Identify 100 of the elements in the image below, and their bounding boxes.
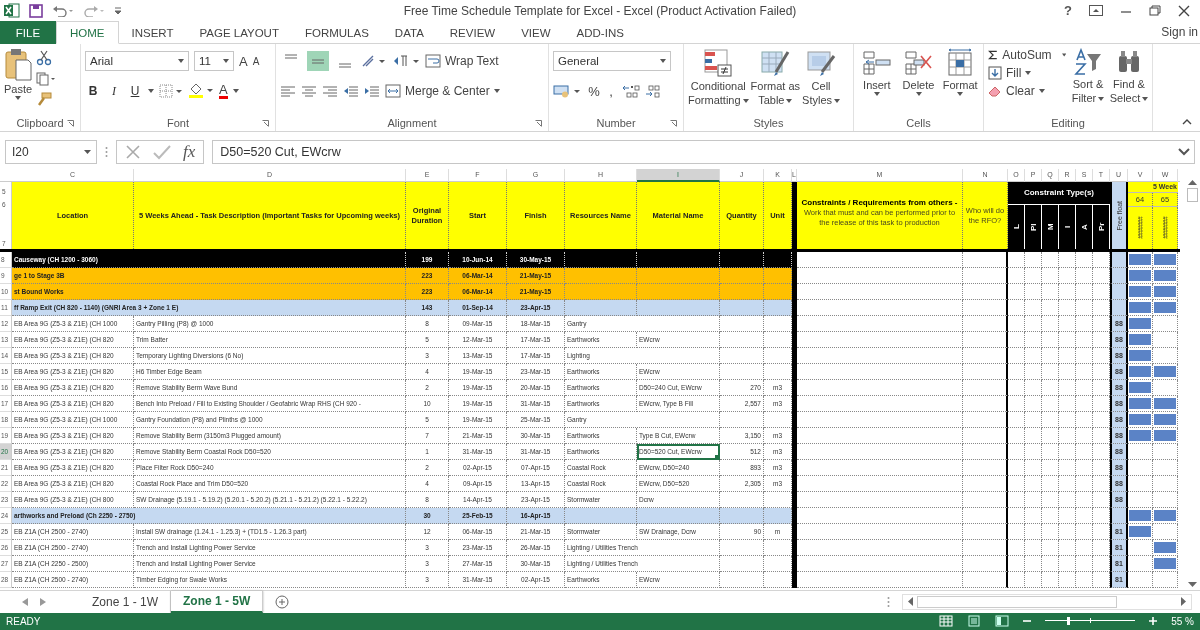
fill-color-icon[interactable] — [188, 83, 214, 100]
fill-button[interactable]: Fill — [988, 66, 1066, 81]
page-layout-view-icon[interactable] — [967, 615, 982, 628]
italic-button[interactable]: I — [106, 83, 122, 99]
add-sheet-icon[interactable] — [275, 595, 290, 609]
ribbon-tab[interactable]: ADD-INS — [563, 21, 637, 45]
scroll-down-icon[interactable] — [1187, 582, 1197, 589]
formula-input[interactable]: D50=520 Cut, EWcrw — [212, 139, 1195, 164]
copy-icon[interactable] — [36, 72, 57, 87]
style-button[interactable]: Cell Styles — [802, 48, 841, 116]
orientation-icon[interactable] — [361, 54, 387, 69]
ribbon-display-icon[interactable] — [1089, 5, 1103, 17]
grow-font-button[interactable]: A — [239, 53, 248, 69]
restore-icon[interactable] — [1149, 5, 1161, 17]
ribbon-tab[interactable]: FORMULAS — [291, 21, 382, 45]
ribbon-tab[interactable]: INSERT — [118, 21, 187, 45]
cells-button[interactable]: Insert — [858, 48, 896, 116]
cancel-icon[interactable] — [125, 143, 141, 160]
comma-button[interactable]: , — [605, 83, 617, 99]
more-icon[interactable] — [887, 596, 890, 608]
borders-icon[interactable] — [159, 84, 183, 99]
collapse-ribbon-icon[interactable] — [1182, 119, 1192, 126]
expand-formula-bar-icon[interactable] — [1178, 147, 1190, 156]
ribbon-tab[interactable]: HOME — [56, 21, 119, 45]
zoom-level[interactable]: 55 % — [1171, 615, 1194, 627]
empty-cell — [720, 412, 764, 429]
percent-button[interactable]: % — [588, 83, 600, 99]
zoom-slider-thumb[interactable] — [1066, 617, 1070, 626]
scroll-up-icon[interactable] — [1187, 179, 1197, 186]
merge-center-button[interactable]: Merge & Center — [385, 84, 500, 99]
increase-indent-icon[interactable] — [364, 85, 380, 98]
ribbon-tab[interactable]: FILE — [0, 21, 56, 45]
caret-icon — [786, 99, 793, 104]
sheet-tab[interactable]: Zone 1 - 5W — [171, 591, 264, 613]
name-box[interactable]: I20 — [5, 139, 97, 164]
empty-cell — [720, 556, 764, 573]
close-icon[interactable] — [1178, 4, 1190, 17]
dialog-launcher-icon[interactable] — [670, 120, 677, 128]
increase-decimal-icon[interactable] — [622, 84, 640, 99]
enter-check-icon[interactable] — [153, 143, 171, 160]
empty-cell — [1008, 540, 1025, 557]
empty-cell — [1025, 412, 1042, 429]
scroll-left-icon[interactable] — [907, 597, 913, 607]
dialog-launcher-icon[interactable] — [67, 120, 74, 128]
free-float-cell — [1110, 300, 1128, 317]
ribbon-tab[interactable]: PAGE LAYOUT — [186, 21, 292, 45]
clear-button[interactable]: Clear — [988, 84, 1066, 99]
ribbon-tab[interactable]: VIEW — [508, 21, 564, 45]
style-button[interactable]: Format as Table — [750, 48, 801, 116]
bold-button[interactable]: B — [85, 84, 101, 99]
decrease-decimal-icon[interactable] — [645, 84, 663, 99]
page-break-view-icon[interactable] — [995, 615, 1010, 628]
caret-icon[interactable] — [148, 89, 154, 94]
format-painter-icon[interactable] — [36, 92, 53, 107]
accounting-format-icon[interactable] — [553, 84, 583, 99]
dialog-launcher-icon[interactable] — [262, 120, 269, 128]
cut-icon[interactable] — [36, 50, 53, 67]
ribbon-tab[interactable]: DATA — [381, 21, 437, 45]
font-name-dropdown[interactable]: Arial — [85, 51, 189, 72]
align-button[interactable] — [307, 51, 329, 72]
paste-button[interactable]: Paste — [4, 48, 33, 116]
scroll-right-icon[interactable] — [1181, 597, 1187, 607]
autosum-button[interactable]: AutoSum — [988, 48, 1066, 63]
more-icon[interactable] — [105, 145, 108, 158]
style-button[interactable]: Conditional Formatting — [688, 48, 749, 116]
dialog-launcher-icon[interactable] — [535, 120, 542, 128]
text-direction-icon[interactable] — [392, 54, 420, 69]
font-color-button[interactable]: A — [219, 83, 228, 99]
save-icon[interactable] — [29, 3, 43, 18]
scrollbar-thumb[interactable] — [917, 596, 1117, 608]
help-button[interactable]: ? — [1064, 3, 1072, 19]
redo-icon[interactable] — [83, 4, 105, 17]
underline-button[interactable]: U — [127, 84, 143, 99]
horizontal-scrollbar[interactable] — [902, 594, 1192, 610]
find-select-button[interactable]: Find & Select — [1110, 48, 1148, 116]
undo-icon[interactable] — [52, 4, 74, 17]
empty-cell — [963, 316, 1008, 333]
zoom-in-icon[interactable] — [1149, 617, 1158, 626]
customize-caret-icon[interactable] — [114, 6, 122, 15]
empty-cell — [1076, 316, 1093, 333]
font-size-dropdown[interactable]: 11 — [194, 51, 234, 72]
sign-in-link[interactable]: Sign in — [1161, 25, 1200, 40]
ribbon-tab[interactable]: REVIEW — [436, 21, 509, 45]
insert-function-button[interactable]: fx — [183, 141, 196, 162]
scrollbar-thumb[interactable] — [1186, 188, 1198, 203]
fill-down-icon — [988, 66, 1002, 81]
decrease-indent-icon[interactable] — [343, 85, 359, 98]
number-format-dropdown[interactable]: General — [553, 51, 671, 72]
empty-cell — [1059, 268, 1076, 285]
previous-sheet-icon[interactable] — [22, 598, 28, 606]
caret-icon[interactable] — [232, 89, 239, 94]
shrink-font-button[interactable]: A — [252, 55, 260, 67]
group-label: Clipboard — [16, 117, 64, 130]
cells-button[interactable]: Delete — [899, 48, 938, 116]
normal-view-icon[interactable] — [939, 615, 954, 628]
cells-button[interactable]: Format — [941, 48, 979, 116]
next-sheet-icon[interactable] — [40, 598, 46, 606]
sort-filter-button[interactable]: Sort & Filter — [1070, 48, 1106, 116]
empty-cell — [1076, 540, 1093, 557]
wrap-text-button[interactable]: Wrap Text — [425, 54, 499, 69]
